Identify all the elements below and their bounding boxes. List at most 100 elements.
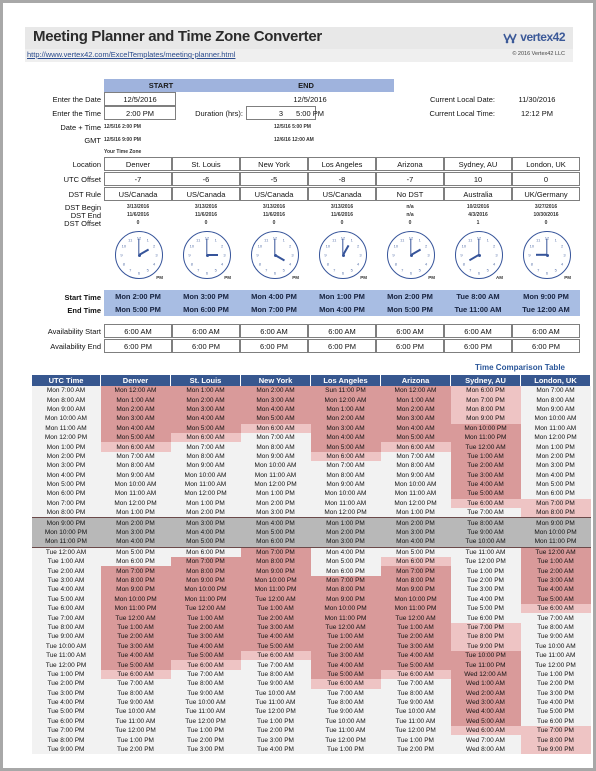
zone-time-cell: Mon 10:00 AM	[170, 470, 241, 480]
clock-numeral: 1	[146, 237, 149, 243]
zone-time-cell: Tue 10:00 AM	[520, 641, 591, 651]
clock-numeral: 7	[537, 267, 540, 273]
zone-time-cell: Tue 2:00 PM	[100, 744, 171, 755]
table-row[interactable]: Tue 6:00 PM Tue 11:00 AM Tue 12:00 PM Tue 1…	[31, 716, 591, 727]
utc-time-cell: Mon 10:00 PM	[31, 527, 101, 538]
table-row[interactable]: Tue 12:00 PM Tue 5:00 AM Tue 6:00 AM Tue 7:…	[31, 660, 591, 670]
table-row[interactable]: Tue 8:00 AM Tue 1:00 AM Tue 2:00 AM Tue 3:0…	[31, 622, 591, 633]
zone-time-cell: Tue 11:00 AM	[170, 707, 241, 717]
table-row[interactable]: Tue 3:00 PM Tue 8:00 AM Tue 9:00 AM Tue 10:…	[31, 688, 591, 698]
clock-numeral: 7	[197, 267, 200, 273]
table-row[interactable]: Tue 2:00 PM Tue 7:00 AM Tue 8:00 AM Tue 9:0…	[31, 679, 591, 689]
zone-time-cell: Mon 3:00 AM	[310, 423, 381, 433]
table-row[interactable]: Tue 10:00 AM Tue 3:00 AM Tue 4:00 AM Tue 5:…	[31, 641, 591, 651]
table-row[interactable]: Mon 8:00 AM Mon 1:00 AM Mon 2:00 AM Mon 3:0…	[31, 395, 591, 405]
table-row[interactable]: Tue 12:00 AM Mon 5:00 PM Mon 6:00 PM Mon 7:…	[31, 547, 591, 558]
table-row[interactable]: Tue 11:00 AM Tue 4:00 AM Tue 5:00 AM Tue 6:…	[31, 650, 591, 661]
table-row[interactable]: Mon 3:00 PM Mon 8:00 AM Mon 9:00 AM Mon 10:…	[31, 461, 591, 471]
clock-numeral: 6	[409, 270, 413, 275]
zone-time-cell: Tue 8:00 AM	[380, 688, 451, 698]
zone-time-cell: Mon 3:00 PM	[520, 461, 591, 471]
table-row[interactable]: Mon 4:00 PM Mon 9:00 AM Mon 10:00 AM Mon 11…	[31, 470, 591, 480]
table-row[interactable]: Tue 7:00 AM Tue 12:00 AM Tue 1:00 AM Tue 2:…	[31, 613, 591, 623]
dst-end-cell-6: 10/30/2016	[533, 212, 559, 218]
table-row[interactable]: Mon 7:00 AM Mon 12:00 AM Mon 1:00 AM Mon 2:…	[31, 386, 591, 396]
table-row[interactable]: Mon 11:00 AM Mon 4:00 AM Mon 5:00 AM Mon 6:…	[31, 423, 591, 433]
table-row[interactable]: Mon 10:00 AM Mon 3:00 AM Mon 4:00 AM Mon 5:…	[31, 414, 591, 424]
zone-time-cell: Tue 4:00 AM	[310, 660, 381, 670]
zone-time-cell: Tue 3:00 AM	[520, 575, 591, 586]
end-gmt-value: 12/6/16 12:00 AM	[274, 137, 314, 143]
table-row[interactable]: Mon 12:00 PM Mon 5:00 AM Mon 6:00 AM Mon 7:…	[31, 432, 591, 443]
zone-time-cell: Mon 11:00 AM	[170, 479, 241, 490]
utc-time-cell: Mon 5:00 PM	[31, 479, 101, 490]
table-row[interactable]: Mon 6:00 PM Mon 11:00 AM Mon 12:00 PM Mon 1…	[31, 489, 591, 499]
table-row[interactable]: Mon 1:00 PM Mon 6:00 AM Mon 7:00 AM Mon 8:0…	[31, 442, 591, 452]
clock-numeral: 7	[401, 267, 404, 273]
table-row[interactable]: Mon 10:00 PM Mon 3:00 PM Mon 4:00 PM Mon 5:…	[31, 527, 591, 538]
clock-center-dot	[137, 253, 141, 257]
table-row[interactable]: Mon 7:00 PM Mon 12:00 PM Mon 1:00 PM Mon 2:…	[31, 498, 591, 509]
table-row[interactable]: Tue 4:00 PM Tue 9:00 AM Tue 10:00 AM Tue 11…	[31, 697, 591, 708]
clock-ampm-label: AM	[496, 275, 503, 280]
start-date-input[interactable]: 12/5/2016	[104, 92, 176, 106]
table-row[interactable]: Tue 4:00 AM Mon 9:00 PM Mon 10:00 PM Mon 11…	[31, 585, 591, 595]
zone-time-cell: Mon 1:00 AM	[310, 404, 381, 415]
zone-time-cell: Tue 6:00 AM	[380, 669, 451, 680]
table-row[interactable]: Tue 5:00 AM Mon 10:00 PM Mon 11:00 PM Tue 1…	[31, 594, 591, 604]
table-row[interactable]: Mon 8:00 PM Mon 1:00 PM Mon 2:00 PM Mon 3:0…	[31, 508, 591, 518]
table-row[interactable]: Tue 9:00 AM Tue 2:00 AM Tue 3:00 AM Tue 4:0…	[31, 632, 591, 642]
table-row[interactable]: Tue 6:00 AM Mon 11:00 PM Tue 12:00 AM Tue 1…	[31, 603, 591, 614]
table-row[interactable]: Tue 9:00 PM Tue 2:00 PM Tue 3:00 PM Tue 4:0…	[31, 744, 591, 755]
location-cell-3: Los Angeles	[308, 157, 376, 171]
zone-time-cell: Mon 12:00 AM	[380, 386, 451, 396]
clock-numeral: 9	[460, 252, 463, 258]
clock-numeral: 2	[221, 243, 224, 249]
table-row[interactable]: Tue 5:00 PM Tue 10:00 AM Tue 11:00 AM Tue 1…	[31, 707, 591, 717]
zone-time-cell: Mon 2:00 AM	[380, 404, 451, 415]
clock-numeral: 1	[214, 237, 217, 243]
table-row[interactable]: Tue 2:00 AM Mon 7:00 PM Mon 8:00 PM Mon 9:0…	[31, 566, 591, 576]
dst-rule-cell-3: US/Canada	[308, 187, 376, 201]
clock-numeral: 8	[326, 261, 329, 267]
clock-numeral: 9	[392, 252, 395, 258]
clock-numeral: 10	[189, 243, 195, 249]
zone-time-cell: Mon 12:00 PM	[520, 432, 591, 443]
zone-time-cell: Mon 3:00 AM	[240, 395, 311, 405]
zone-time-cell: Mon 6:00 PM	[520, 489, 591, 499]
table-row[interactable]: Tue 3:00 AM Mon 8:00 PM Mon 9:00 PM Mon 10:…	[31, 575, 591, 586]
clock-ampm-label: PM	[156, 275, 163, 280]
table-row[interactable]: Mon 9:00 PM Mon 2:00 PM Mon 3:00 PM Mon 4:0…	[31, 517, 591, 528]
table-row[interactable]: Tue 7:00 PM Tue 12:00 PM Tue 1:00 PM Tue 2:…	[31, 726, 591, 736]
template-url-link[interactable]: http://www.vertex42.com/ExcelTemplates/m…	[27, 50, 235, 59]
zone-time-cell: Mon 9:00 AM	[310, 479, 381, 490]
table-row[interactable]: Mon 11:00 PM Mon 4:00 PM Mon 5:00 PM Mon 6:…	[31, 537, 591, 548]
table-row[interactable]: Tue 1:00 PM Tue 6:00 AM Tue 7:00 AM Tue 8:0…	[31, 669, 591, 680]
clock-numeral: 8	[462, 261, 465, 267]
zone-time-cell: Tue 12:00 AM	[310, 622, 381, 633]
utc-time-cell: Tue 4:00 PM	[31, 697, 101, 708]
utc-time-cell: Mon 8:00 PM	[31, 508, 101, 518]
zone-time-cell: Tue 8:00 AM	[240, 669, 311, 680]
zone-time-cell: Mon 7:00 PM	[450, 395, 521, 405]
start-time-input[interactable]: 2:00 PM	[104, 106, 176, 120]
end-datetime-value: 12/5/16 5:00 PM	[274, 124, 311, 130]
clock-numeral: 11	[128, 237, 133, 243]
zone-time-cell: Tue 4:00 PM	[240, 744, 311, 755]
zone-time-cell: Mon 7:00 PM	[310, 575, 381, 586]
table-row[interactable]: Tue 1:00 AM Mon 6:00 PM Mon 7:00 PM Mon 8:0…	[31, 557, 591, 567]
table-row[interactable]: Tue 8:00 PM Tue 1:00 PM Tue 2:00 PM Tue 3:0…	[31, 735, 591, 745]
zone-time-cell: Mon 10:00 AM	[520, 414, 591, 424]
zone-time-cell: Mon 6:00 AM	[310, 451, 381, 462]
enter-time-label: Enter the Time	[52, 109, 101, 118]
zone-time-cell: Mon 5:00 PM	[520, 479, 591, 490]
end-time-cell-5: Tue 11:00 AM	[444, 303, 512, 316]
zone-time-cell: Mon 5:00 PM	[310, 557, 381, 567]
table-row[interactable]: Mon 2:00 PM Mon 7:00 AM Mon 8:00 AM Mon 9:0…	[31, 451, 591, 462]
clock-numeral: 2	[153, 243, 156, 249]
table-row[interactable]: Mon 9:00 AM Mon 2:00 AM Mon 3:00 AM Mon 4:0…	[31, 404, 591, 415]
utc-offset-cell-5: 10	[444, 172, 512, 186]
dst-begin-cell-3: 3/13/2016	[330, 204, 354, 210]
availability-end-cell-1: 6:00 PM	[172, 339, 240, 353]
table-row[interactable]: Mon 5:00 PM Mon 10:00 AM Mon 11:00 AM Mon 1…	[31, 479, 591, 490]
